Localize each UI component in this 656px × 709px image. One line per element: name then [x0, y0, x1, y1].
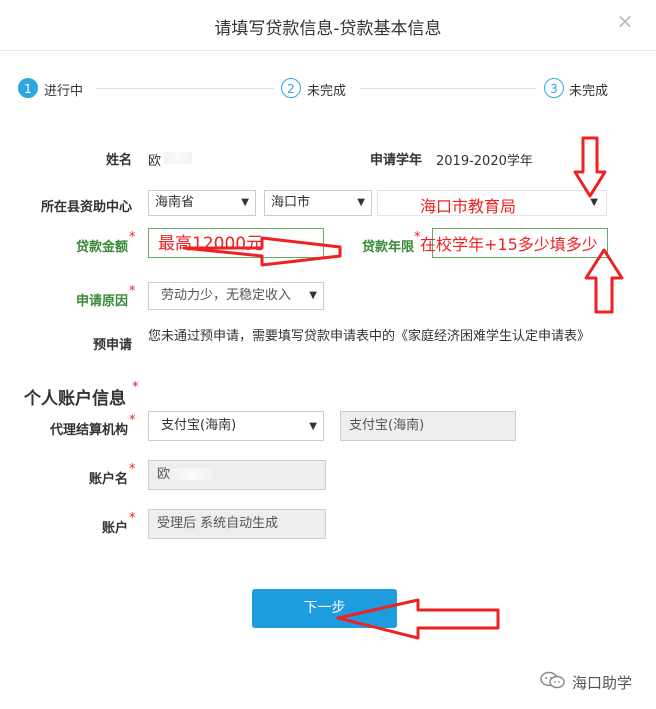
- required-mark: *: [132, 380, 139, 395]
- bureau-value: 海口市教育局: [420, 197, 517, 216]
- account-section-title: 个人账户信息: [24, 389, 126, 409]
- account-field: 受理后 系统自动生成: [148, 509, 326, 539]
- step-connector: [360, 88, 536, 89]
- step-3-icon: 3: [544, 78, 564, 98]
- account-name-blur: [172, 468, 212, 480]
- province-select[interactable]: 海南省 ▼: [148, 190, 256, 216]
- dialog-title: 请填写贷款信息-贷款基本信息: [214, 19, 442, 39]
- step-2-icon: 2: [281, 78, 301, 98]
- required-mark: *: [129, 511, 136, 526]
- preapply-label: 预申请: [92, 338, 132, 353]
- term-label: 贷款年限: [361, 240, 414, 255]
- name-value: 欧: [148, 154, 162, 169]
- chevron-down-icon: ▼: [241, 197, 249, 208]
- agency-select-value: 支付宝(海南): [161, 418, 237, 433]
- city-select[interactable]: 海口市 ▼: [264, 190, 372, 216]
- account-name-label: 账户名: [88, 472, 128, 487]
- next-button[interactable]: 下一步: [252, 589, 397, 628]
- amount-label: 贷款金额: [75, 240, 128, 255]
- step-2-label: 未完成: [307, 84, 347, 99]
- year-label: 申请学年: [369, 153, 422, 168]
- step-1-label: 进行中: [44, 84, 84, 99]
- chevron-down-icon: ▼: [590, 197, 598, 208]
- chevron-down-icon: ▼: [309, 290, 317, 301]
- agency-select[interactable]: 支付宝(海南) ▼: [148, 411, 324, 441]
- step-connector: [96, 88, 274, 89]
- account-label: 账户: [101, 521, 128, 536]
- name-label: 姓名: [105, 153, 132, 168]
- step-1-icon: 1: [18, 78, 38, 98]
- chevron-down-icon: ▼: [309, 421, 317, 432]
- required-mark: *: [129, 413, 136, 428]
- required-mark: *: [129, 462, 136, 477]
- chevron-down-icon: ▼: [357, 197, 365, 208]
- preapply-text: 您未通过预申请，需要填写贷款申请表中的《家庭经济困难学生认定申请表》: [148, 329, 591, 344]
- city-value: 海口市: [271, 195, 311, 210]
- amount-value: 最高12000元: [158, 234, 264, 254]
- name-blur: [164, 152, 192, 164]
- year-value: 2019-2020学年: [436, 154, 533, 169]
- annotation-down-arrow: [573, 136, 607, 198]
- agency-label: 代理结算机构: [49, 423, 128, 438]
- step-3-label: 未完成: [569, 84, 609, 99]
- required-mark: *: [129, 230, 136, 245]
- reason-value: 劳动力少，无稳定收入: [161, 288, 292, 303]
- reason-select[interactable]: 劳动力少，无稳定收入 ▼: [148, 282, 324, 310]
- province-value: 海南省: [155, 195, 195, 210]
- required-mark: *: [129, 284, 136, 299]
- reason-label: 申请原因: [75, 294, 128, 309]
- watermark-text: 海口助学: [572, 674, 633, 692]
- term-value: 在校学年+15多少填多少: [420, 235, 598, 254]
- wechat-icon: [540, 671, 566, 689]
- annotation-up-arrow: [584, 248, 624, 314]
- close-icon[interactable]: ×: [616, 11, 634, 31]
- agency-display: 支付宝(海南): [340, 411, 516, 441]
- center-label: 所在县资助中心: [40, 200, 132, 215]
- header-divider: [0, 50, 656, 51]
